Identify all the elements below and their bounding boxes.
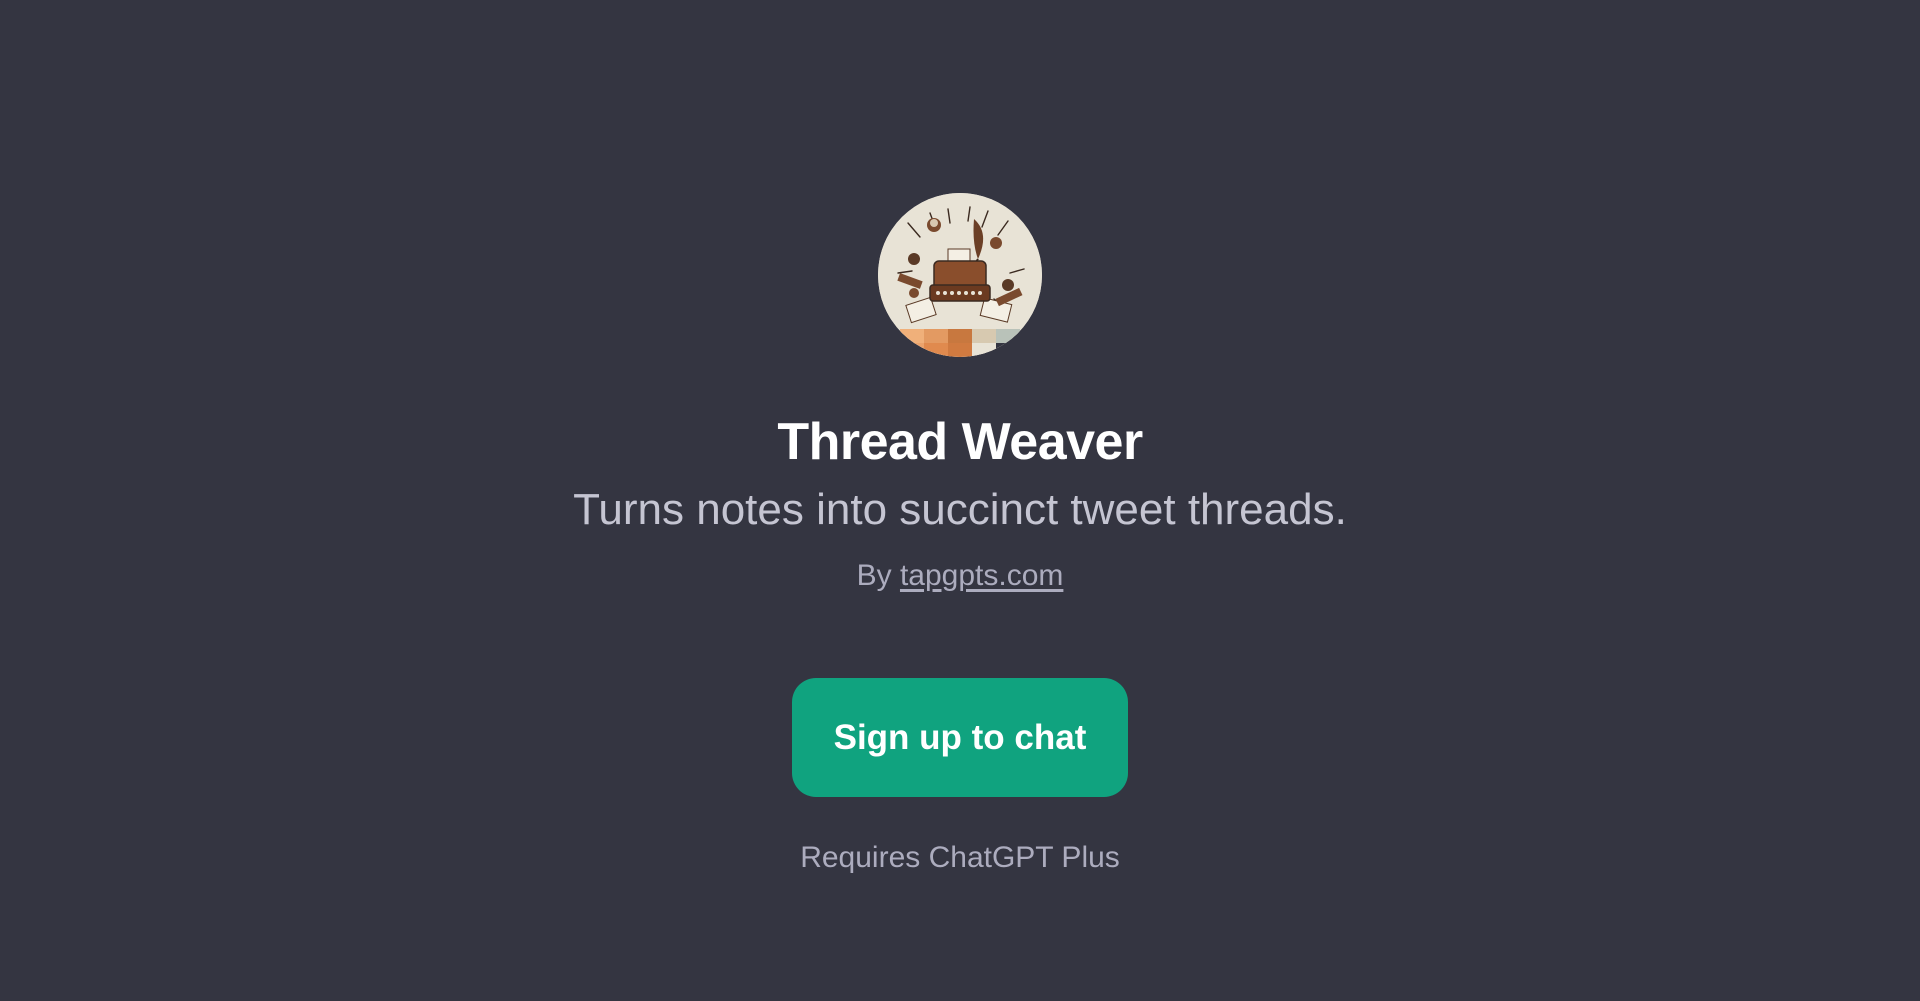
gpt-avatar [878, 193, 1042, 357]
by-prefix: By [856, 559, 892, 592]
gpt-landing-page: Thread Weaver Turns notes into succinct … [0, 0, 1920, 1001]
plan-requirement-note: Requires ChatGPT Plus [800, 841, 1120, 874]
author-link[interactable]: tapgpts.com [900, 559, 1063, 592]
gpt-profile: Thread Weaver Turns notes into succinct … [0, 0, 1920, 1001]
typewriter-illustration-icon [878, 193, 1042, 357]
gpt-title: Thread Weaver [777, 413, 1143, 471]
gpt-description: Turns notes into succinct tweet threads. [573, 485, 1347, 534]
author-byline: By tapgpts.com [0, 556, 1920, 596]
sign-up-to-chat-button[interactable]: Sign up to chat [792, 678, 1128, 797]
